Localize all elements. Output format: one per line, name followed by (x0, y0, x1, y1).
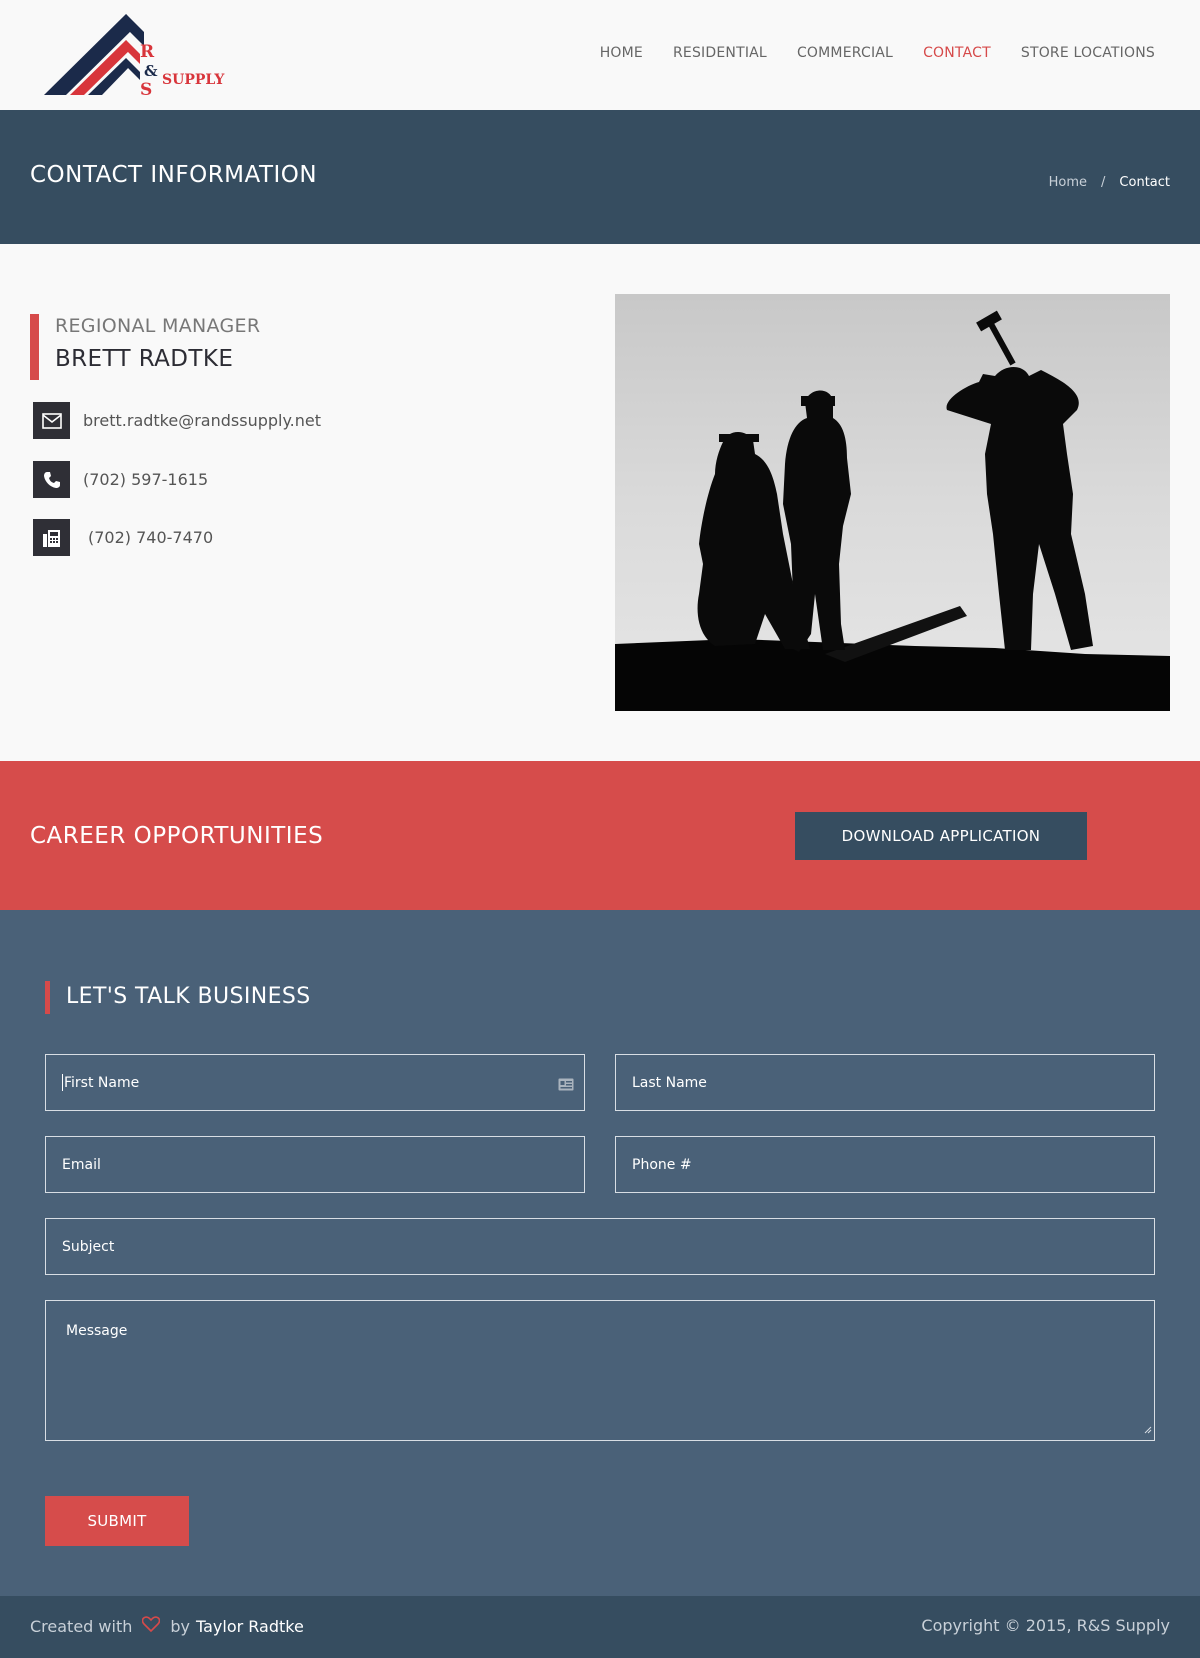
breadcrumb-current: Contact (1119, 175, 1170, 190)
footer-credit: Created with by Taylor Radtke (30, 1616, 304, 1636)
phone-row: (702) 597-1615 (33, 461, 208, 498)
first-name-placeholder: First Name (64, 1074, 140, 1091)
download-application-button[interactable]: DOWNLOAD APPLICATION (795, 812, 1087, 860)
phone-icon (33, 461, 70, 498)
contact-form-section: LET'S TALK BUSINESS First Name Last Name… (0, 910, 1200, 1596)
breadcrumb: Home / Contact (1049, 175, 1170, 190)
heart-icon (142, 1616, 161, 1636)
site-header: R & S SUPPLY HOME RESIDENTIAL COMMERCIAL… (0, 0, 1200, 110)
contact-card-icon[interactable] (558, 1076, 574, 1095)
phone-number: (702) 597-1615 (83, 470, 209, 489)
phone-placeholder: Phone # (632, 1156, 692, 1173)
fax-number: (702) 740-7470 (88, 528, 214, 547)
logo-letter-s: S (140, 80, 152, 100)
career-band: CAREER OPPORTUNITIES DOWNLOAD APPLICATIO… (0, 761, 1200, 910)
fax-row: (702) 740-7470 (33, 519, 213, 556)
logo-ampersand: & (144, 62, 158, 80)
copyright: Copyright © 2015, R&S Supply (921, 1616, 1170, 1635)
nav-residential[interactable]: RESIDENTIAL (673, 45, 767, 61)
first-name-field[interactable]: First Name (45, 1054, 585, 1111)
message-field[interactable]: Message (45, 1300, 1155, 1441)
resize-handle-icon[interactable] (1144, 1419, 1152, 1438)
submit-button[interactable]: SUBMIT (45, 1496, 189, 1546)
contact-section: REGIONAL MANAGER BRETT RADTKE brett.radt… (0, 244, 1200, 761)
page-title: CONTACT INFORMATION (30, 162, 318, 188)
brand-logo[interactable]: R & S SUPPLY (40, 12, 240, 102)
subject-field[interactable]: Subject (45, 1218, 1155, 1275)
form-title: LET'S TALK BUSINESS (66, 984, 311, 1009)
form-heading: LET'S TALK BUSINESS (45, 981, 311, 1014)
career-title: CAREER OPPORTUNITIES (30, 823, 324, 849)
last-name-placeholder: Last Name (632, 1074, 707, 1091)
phone-field[interactable]: Phone # (615, 1136, 1155, 1193)
logo-graphic: R & S SUPPLY (44, 14, 225, 100)
site-footer: Created with by Taylor Radtke Copyright … (0, 1596, 1200, 1658)
logo-letter-r: R (140, 42, 155, 62)
breadcrumb-home[interactable]: Home (1049, 175, 1087, 190)
subject-placeholder: Subject (62, 1238, 115, 1255)
nav-commercial[interactable]: COMMERCIAL (797, 45, 893, 61)
nav-contact[interactable]: CONTACT (923, 45, 991, 61)
email-link[interactable]: brett.radtke@randssupply.net (83, 411, 321, 430)
fax-icon (33, 519, 70, 556)
author-link[interactable]: Taylor Radtke (196, 1617, 304, 1636)
manager-heading: REGIONAL MANAGER BRETT RADTKE (30, 314, 550, 380)
by-text: by (170, 1616, 190, 1636)
envelope-icon (33, 402, 70, 439)
message-placeholder: Message (66, 1323, 128, 1339)
manager-name: BRETT RADTKE (55, 346, 234, 372)
email-field[interactable]: Email (45, 1136, 585, 1193)
text-cursor (62, 1074, 63, 1091)
logo-word: SUPPLY (162, 72, 225, 88)
nav-store-locations[interactable]: STORE LOCATIONS (1021, 45, 1155, 61)
workers-silhouette-photo (615, 294, 1170, 711)
email-placeholder: Email (62, 1156, 101, 1173)
last-name-field[interactable]: Last Name (615, 1054, 1155, 1111)
email-row: brett.radtke@randssupply.net (33, 402, 321, 439)
manager-role: REGIONAL MANAGER (55, 315, 261, 337)
created-with-text: Created with (30, 1616, 133, 1636)
nav-home[interactable]: HOME (600, 45, 643, 61)
main-nav: HOME RESIDENTIAL COMMERCIAL CONTACT STOR… (600, 45, 1155, 61)
page-title-band: CONTACT INFORMATION Home / Contact (0, 110, 1200, 244)
breadcrumb-separator: / (1101, 175, 1106, 190)
